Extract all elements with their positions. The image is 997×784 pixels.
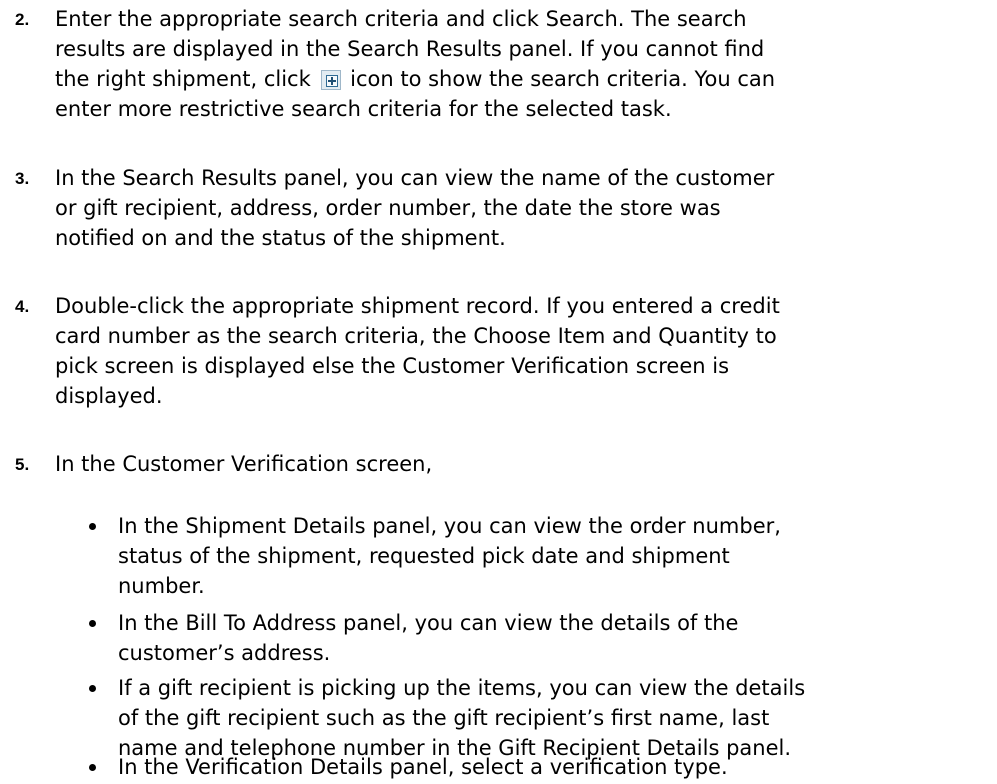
step-line: Double-click the appropriate shipment re… (55, 294, 780, 318)
bullet-line: number. (118, 574, 205, 598)
bullet-line: In the Shipment Details panel, you can v… (118, 514, 781, 538)
step-text: Enter the appropriate search criteria an… (55, 4, 990, 124)
step-line: results are displayed in the Search Resu… (55, 37, 765, 61)
step-number: 4. (15, 297, 30, 316)
step-line-part: the right shipment, click (55, 67, 311, 91)
bullet-line: status of the shipment, requested pick d… (118, 544, 730, 568)
step-line: In the Customer Verification screen, (55, 452, 433, 476)
bullet-text: If a gift recipient is picking up the it… (118, 673, 988, 763)
bullet-dot-icon (89, 764, 96, 771)
step-line: the right shipment, click icon to show t… (55, 64, 990, 94)
bullet-line: In the Bill To Address panel, you can vi… (118, 611, 739, 635)
bullet-dot-icon (89, 620, 96, 627)
step-line: notified on and the status of the shipme… (55, 226, 506, 250)
step-line: In the Search Results panel, you can vie… (55, 166, 775, 190)
bullet-line: If a gift recipient is picking up the it… (118, 676, 806, 700)
expand-plus-icon (321, 70, 342, 90)
step-text: In the Search Results panel, you can vie… (55, 163, 990, 253)
bullet-line: of the gift recipient such as the gift r… (118, 706, 770, 730)
bullet-dot-icon (89, 523, 96, 530)
bullet-text: In the Verification Details panel, selec… (118, 752, 988, 782)
bullet-dot-icon (89, 685, 96, 692)
step-line: pick screen is displayed else the Custom… (55, 354, 730, 378)
step-number: 5. (15, 455, 30, 474)
step-number: 2. (15, 10, 30, 29)
step-line: displayed. (55, 384, 163, 408)
step-line: or gift recipient, address, order number… (55, 196, 721, 220)
bullet-text: In the Shipment Details panel, you can v… (118, 511, 988, 601)
bullet-text: In the Bill To Address panel, you can vi… (118, 608, 988, 668)
bullet-line: In the Verification Details panel, selec… (118, 755, 728, 779)
bullet-line: customer’s address. (118, 641, 331, 665)
step-line-part: icon to show the search criteria. You ca… (350, 67, 776, 91)
step-text: In the Customer Verification screen, (55, 449, 990, 479)
step-line: Enter the appropriate search criteria an… (55, 7, 747, 31)
step-text: Double-click the appropriate shipment re… (55, 291, 990, 411)
step-number: 3. (15, 169, 30, 188)
step-line: enter more restrictive search criteria f… (55, 97, 672, 121)
step-line: card number as the search criteria, the … (55, 324, 777, 348)
